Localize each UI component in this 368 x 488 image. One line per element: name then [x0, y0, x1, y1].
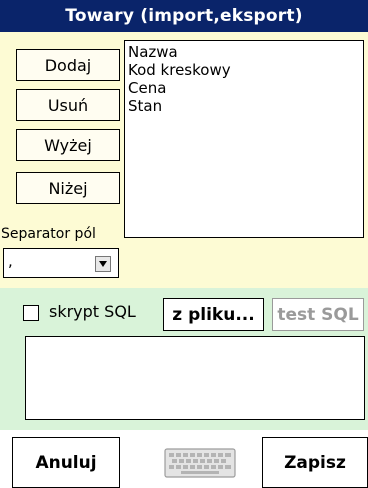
separator-select[interactable]: ,	[3, 248, 119, 278]
list-item[interactable]: Stan	[128, 97, 363, 115]
save-button[interactable]: Zapisz	[262, 437, 368, 488]
add-button[interactable]: Dodaj	[16, 49, 120, 81]
sql-script-textarea[interactable]	[25, 336, 365, 420]
fields-list[interactable]: Nazwa Kod kreskowy Cena Stan	[124, 40, 364, 238]
separator-value: ,	[8, 252, 13, 270]
from-file-button[interactable]: z pliku...	[163, 298, 264, 331]
keyboard-icon-shape	[164, 448, 236, 478]
window-title: Towary (import,eksport)	[0, 0, 368, 32]
chevron-down-icon[interactable]	[95, 256, 111, 272]
cancel-button[interactable]: Anuluj	[12, 437, 120, 488]
move-down-button[interactable]: Niżej	[16, 172, 120, 204]
separator-label: Separator pól	[1, 226, 96, 242]
sql-script-label[interactable]: skrypt SQL	[49, 302, 136, 321]
chevron-down-icon-shape	[99, 261, 107, 267]
list-item[interactable]: Kod kreskowy	[128, 61, 363, 79]
keyboard-icon[interactable]	[163, 446, 237, 480]
test-sql-button[interactable]: test SQL	[272, 298, 364, 331]
list-item[interactable]: Nazwa	[128, 43, 363, 61]
sql-script-checkbox[interactable]	[23, 305, 39, 321]
move-up-button[interactable]: Wyżej	[16, 129, 120, 161]
list-item[interactable]: Cena	[128, 79, 363, 97]
remove-button[interactable]: Usuń	[16, 89, 120, 121]
